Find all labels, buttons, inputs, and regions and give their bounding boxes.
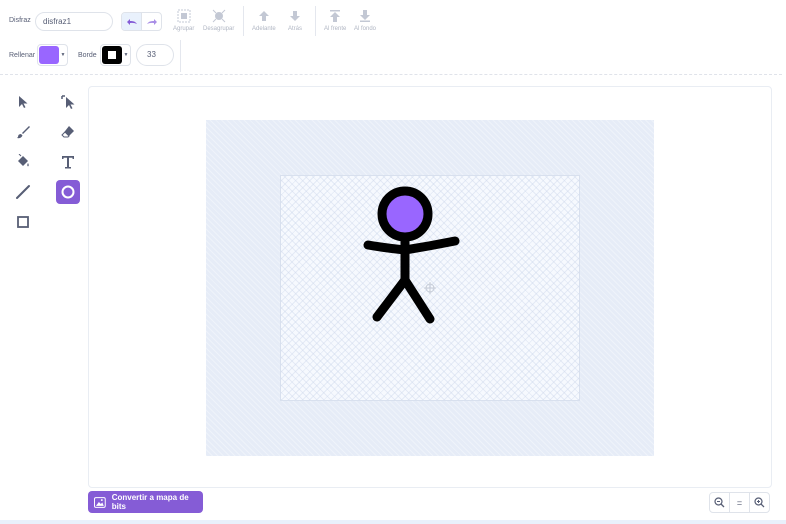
to-front-icon: [330, 10, 341, 22]
arrow-pointer-icon: [19, 96, 28, 108]
rectangle-icon: [17, 216, 29, 228]
to-front-button[interactable]: Al frente: [324, 8, 346, 32]
zoom-in-button[interactable]: [749, 493, 769, 512]
group-icon: [177, 9, 191, 23]
outline-width-input[interactable]: 33: [136, 44, 174, 66]
zoom-reset-label: =: [736, 497, 743, 508]
costume-name-input[interactable]: disfraz1: [35, 12, 113, 31]
backward-label: Atrás: [287, 26, 302, 32]
line-icon: [16, 185, 30, 199]
costume-label: Disfraz: [9, 17, 31, 24]
ungroup-label: Desagrupar: [203, 26, 235, 32]
ungroup-icon: [212, 9, 226, 23]
zoom-in-icon: [754, 497, 765, 508]
stick-figure-drawing[interactable]: [355, 180, 470, 330]
eraser-icon: [61, 126, 74, 138]
to-back-icon: [360, 10, 371, 22]
image-icon: [94, 496, 106, 508]
rectangle-tool[interactable]: [11, 210, 35, 234]
eraser-tool[interactable]: [56, 120, 80, 144]
backward-button[interactable]: Atrás: [287, 8, 303, 32]
forward-label: Adelante: [252, 26, 276, 32]
toolbar-divider: [0, 74, 782, 75]
chevron-down-icon: ▼: [123, 52, 129, 58]
circle-tool[interactable]: [56, 180, 80, 204]
undo-button[interactable]: [122, 13, 142, 30]
redo-button[interactable]: [142, 13, 161, 30]
style-toolbar: Rellenar ▼ Borde ▼: [0, 40, 786, 72]
group-button[interactable]: Agrupar: [173, 8, 194, 32]
to-front-label: Al frente: [324, 26, 347, 32]
to-back-button[interactable]: Al fondo: [354, 8, 376, 32]
reshape-pointer-icon: [61, 95, 75, 109]
outline-color-picker[interactable]: ▼: [100, 44, 131, 66]
zoom-out-button[interactable]: [710, 493, 729, 512]
brush-tool[interactable]: [11, 120, 35, 144]
toolbar-divider: [243, 6, 244, 36]
top-toolbar: Disfraz disfraz1 Agrupar Desagrupar Adel…: [0, 0, 786, 42]
circle-icon: [61, 185, 75, 199]
fill-tool[interactable]: [11, 150, 35, 174]
convert-to-bitmap-button[interactable]: Convertir a mapa de bits: [88, 491, 203, 513]
bottom-edge: [0, 520, 786, 524]
outline-color-swatch: [102, 46, 122, 64]
chevron-down-icon: ▼: [60, 52, 66, 58]
brush-icon: [17, 126, 30, 139]
forward-button[interactable]: Adelante: [252, 8, 276, 32]
paint-bucket-icon: [18, 154, 29, 167]
undo-redo-group: [121, 12, 162, 31]
rotation-center-icon: [424, 282, 436, 294]
toolbar-divider: [180, 40, 181, 72]
outline-label: Borde: [78, 52, 97, 59]
backward-icon: [290, 11, 300, 21]
zoom-out-icon: [714, 497, 725, 508]
forward-icon: [258, 11, 269, 21]
select-tool[interactable]: [11, 90, 35, 114]
toolbar-divider: [315, 6, 316, 36]
group-label: Agrupar: [173, 26, 195, 32]
convert-button-label: Convertir a mapa de bits: [111, 493, 189, 511]
fill-color-swatch: [39, 46, 59, 64]
zoom-controls: =: [709, 492, 770, 513]
ungroup-button[interactable]: Desagrupar: [203, 8, 234, 32]
undo-icon: [126, 19, 137, 25]
fill-color-picker[interactable]: ▼: [37, 44, 68, 66]
fill-label: Rellenar: [9, 52, 36, 59]
text-tool[interactable]: [56, 150, 80, 174]
to-back-label: Al fondo: [354, 26, 377, 32]
reshape-tool[interactable]: [56, 90, 80, 114]
text-icon: [62, 156, 74, 169]
line-tool[interactable]: [11, 180, 35, 204]
redo-icon: [146, 19, 157, 25]
zoom-reset-button[interactable]: =: [729, 493, 749, 512]
